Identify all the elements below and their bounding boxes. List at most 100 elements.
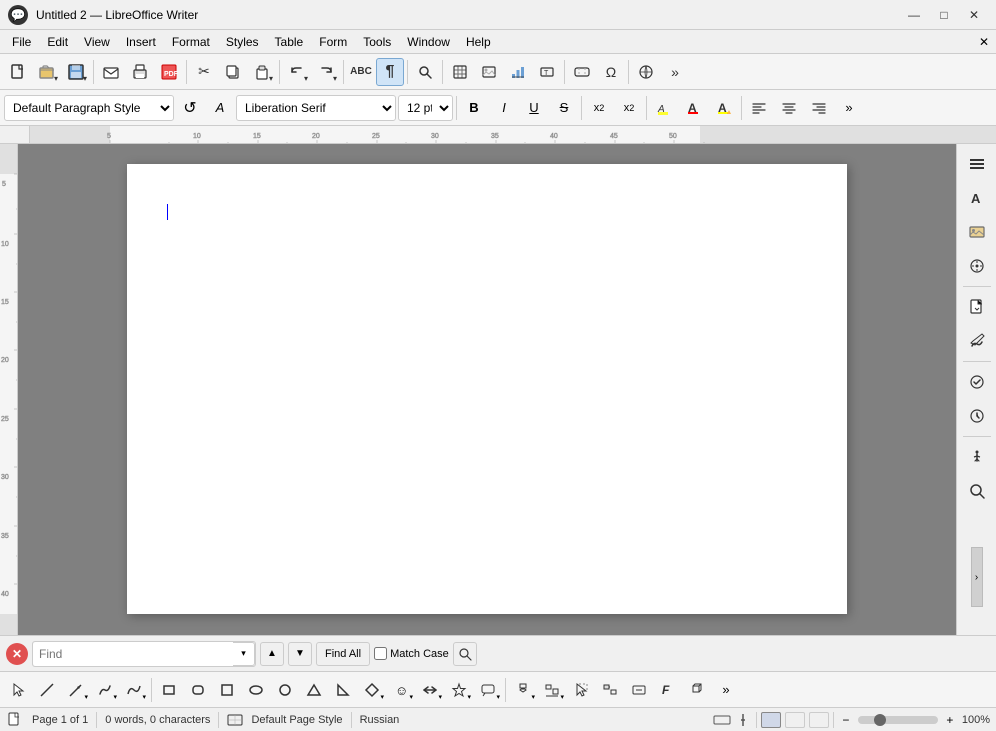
flowchart-button[interactable]: ▾ bbox=[509, 676, 537, 704]
arrow-tool-button[interactable]: ▾ bbox=[62, 676, 90, 704]
align-center-button[interactable] bbox=[775, 94, 803, 122]
italic-button[interactable]: I bbox=[490, 94, 518, 122]
web-view-button[interactable] bbox=[785, 712, 805, 728]
save-button[interactable]: ▾ bbox=[62, 58, 90, 86]
bold-button[interactable]: B bbox=[460, 94, 488, 122]
styles-panel-button[interactable]: A bbox=[961, 182, 993, 214]
align-objects-button[interactable]: ▾ bbox=[538, 676, 566, 704]
diamond-tool-button[interactable]: ▾ bbox=[358, 676, 386, 704]
minimize-button[interactable]: — bbox=[900, 5, 928, 25]
maximize-button[interactable]: □ bbox=[930, 5, 958, 25]
font-size-select[interactable]: 12 pt bbox=[398, 95, 453, 121]
menu-insert[interactable]: Insert bbox=[118, 33, 164, 51]
new-style-button[interactable]: A bbox=[206, 94, 234, 122]
superscript-button[interactable]: x2 bbox=[585, 94, 613, 122]
menu-edit[interactable]: Edit bbox=[39, 33, 76, 51]
align-left-button[interactable] bbox=[745, 94, 773, 122]
extrusion-button[interactable] bbox=[683, 676, 711, 704]
show-forms-button[interactable] bbox=[625, 676, 653, 704]
circle-tool-button[interactable] bbox=[271, 676, 299, 704]
open-button[interactable]: ▾ bbox=[33, 58, 61, 86]
find-next-button[interactable]: ▼ bbox=[288, 642, 312, 666]
more-draw-button[interactable]: » bbox=[712, 676, 740, 704]
new-button[interactable] bbox=[4, 58, 32, 86]
normal-view-button[interactable] bbox=[761, 712, 781, 728]
more-toolbar-button[interactable]: » bbox=[661, 58, 689, 86]
arrows-button[interactable]: ▾ bbox=[416, 676, 444, 704]
accessibility-panel-button[interactable] bbox=[961, 441, 993, 473]
navigator-panel-button[interactable] bbox=[961, 250, 993, 282]
nonprinting-chars-button[interactable]: ¶ bbox=[376, 58, 404, 86]
find-previous-button[interactable]: ▲ bbox=[260, 642, 284, 666]
book-view-button[interactable] bbox=[809, 712, 829, 728]
menu-window[interactable]: Window bbox=[399, 33, 458, 51]
stars-button[interactable]: ▾ bbox=[445, 676, 473, 704]
menu-view[interactable]: View bbox=[76, 33, 118, 51]
select-tool-button[interactable] bbox=[4, 676, 32, 704]
update-style-button[interactable]: ↺ bbox=[176, 94, 204, 122]
menu-tools[interactable]: Tools bbox=[355, 33, 399, 51]
undo-button[interactable]: ▾ bbox=[283, 58, 311, 86]
ellipse-tool-button[interactable] bbox=[242, 676, 270, 704]
right-triangle-button[interactable] bbox=[329, 676, 357, 704]
character-highlight-button[interactable]: A bbox=[650, 94, 678, 122]
new-doc-panel-button[interactable] bbox=[961, 291, 993, 323]
track-changes-panel-button[interactable] bbox=[961, 366, 993, 398]
close-button[interactable]: ✕ bbox=[960, 5, 988, 25]
triangle-tool-button[interactable] bbox=[300, 676, 328, 704]
menu-format[interactable]: Format bbox=[164, 33, 218, 51]
square-tool-button[interactable] bbox=[213, 676, 241, 704]
freeform-button[interactable]: ▾ bbox=[91, 676, 119, 704]
curve-tool-button[interactable]: ▾ bbox=[120, 676, 148, 704]
character-highlighting-button[interactable]: A bbox=[710, 94, 738, 122]
panel-collapse-button[interactable]: › bbox=[971, 547, 983, 607]
zoom-slider[interactable] bbox=[858, 716, 938, 724]
strikethrough-button[interactable]: S bbox=[550, 94, 578, 122]
menu-file[interactable]: File bbox=[4, 33, 39, 51]
zoom-in-button[interactable]: + bbox=[942, 712, 958, 728]
find-all-button[interactable]: Find All bbox=[316, 642, 370, 666]
rect-tool-button[interactable] bbox=[155, 676, 183, 704]
zoom-out-button[interactable]: − bbox=[838, 712, 854, 728]
select-objects-button[interactable] bbox=[567, 676, 595, 704]
menu-table[interactable]: Table bbox=[267, 33, 312, 51]
tab-order-button[interactable] bbox=[596, 676, 624, 704]
search-panel-button[interactable] bbox=[961, 475, 993, 507]
cut-button[interactable]: ✂ bbox=[190, 58, 218, 86]
symbol-shapes-button[interactable]: ☺ ▾ bbox=[387, 676, 415, 704]
menu-help[interactable]: Help bbox=[458, 33, 499, 51]
gallery-panel-button[interactable] bbox=[961, 216, 993, 248]
find-replace-button[interactable] bbox=[411, 58, 439, 86]
fontwork-button[interactable]: F bbox=[654, 676, 682, 704]
paragraph-style-select[interactable]: Default Paragraph Style bbox=[4, 95, 174, 121]
pdf-export-button[interactable]: PDF bbox=[155, 58, 183, 86]
versions-panel-button[interactable] bbox=[961, 400, 993, 432]
insert-textbox-button[interactable]: T bbox=[533, 58, 561, 86]
font-color-button[interactable]: A bbox=[680, 94, 708, 122]
line-tool-button[interactable] bbox=[33, 676, 61, 704]
font-name-select[interactable]: Liberation Serif bbox=[236, 95, 396, 121]
document-area[interactable] bbox=[18, 144, 956, 635]
rounded-rect-button[interactable] bbox=[184, 676, 212, 704]
copy-button[interactable] bbox=[219, 58, 247, 86]
insert-image-button[interactable] bbox=[475, 58, 503, 86]
insert-field-button[interactable] bbox=[568, 58, 596, 86]
match-case-label[interactable]: Match Case bbox=[374, 647, 449, 660]
signatures-panel-button[interactable] bbox=[961, 325, 993, 357]
spellcheck-button[interactable]: ABC bbox=[347, 58, 375, 86]
find-close-button[interactable]: ✕ bbox=[6, 643, 28, 665]
print-button[interactable] bbox=[126, 58, 154, 86]
more-fmt-button[interactable]: » bbox=[835, 94, 863, 122]
menu-form[interactable]: Form bbox=[311, 33, 355, 51]
properties-panel-button[interactable] bbox=[961, 148, 993, 180]
align-right-button[interactable] bbox=[805, 94, 833, 122]
find-options-button[interactable] bbox=[453, 642, 477, 666]
insert-table-button[interactable] bbox=[446, 58, 474, 86]
menubar-close-icon[interactable]: ✕ bbox=[976, 34, 992, 50]
match-case-checkbox[interactable] bbox=[374, 647, 387, 660]
redo-button[interactable]: ▾ bbox=[312, 58, 340, 86]
find-dropdown-button[interactable]: ▾ bbox=[233, 642, 255, 666]
special-char-button[interactable]: Ω bbox=[597, 58, 625, 86]
paste-button[interactable]: ▾ bbox=[248, 58, 276, 86]
insert-chart-button[interactable] bbox=[504, 58, 532, 86]
